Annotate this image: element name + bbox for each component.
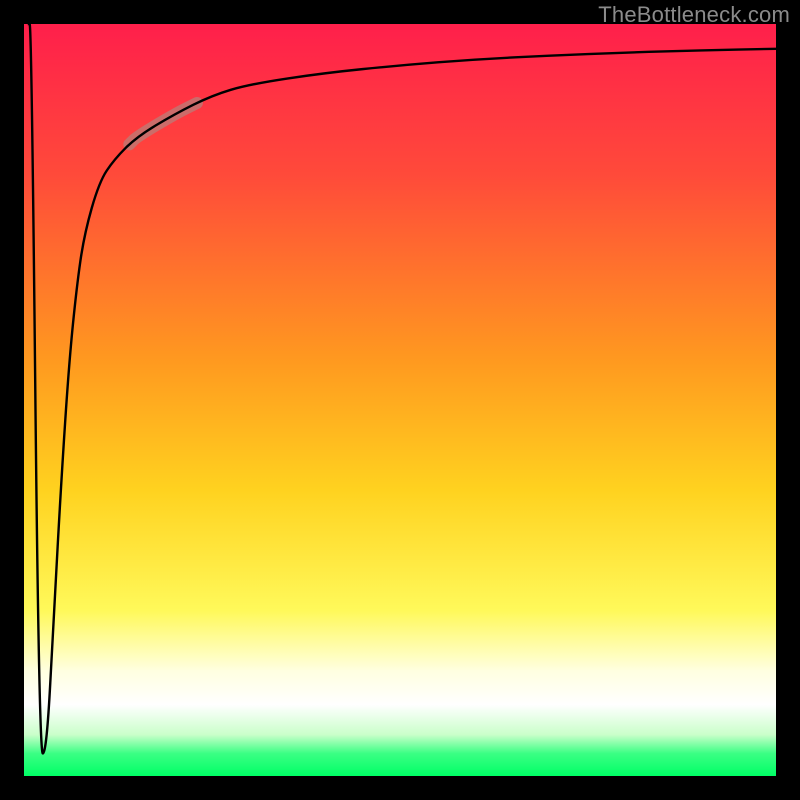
chart-stage: TheBottleneck.com <box>0 0 800 800</box>
frame-right <box>776 0 800 800</box>
frame-bottom <box>0 776 800 800</box>
watermark-text: TheBottleneck.com <box>598 2 790 28</box>
frame-left <box>0 0 24 800</box>
curve-layer <box>24 24 776 776</box>
